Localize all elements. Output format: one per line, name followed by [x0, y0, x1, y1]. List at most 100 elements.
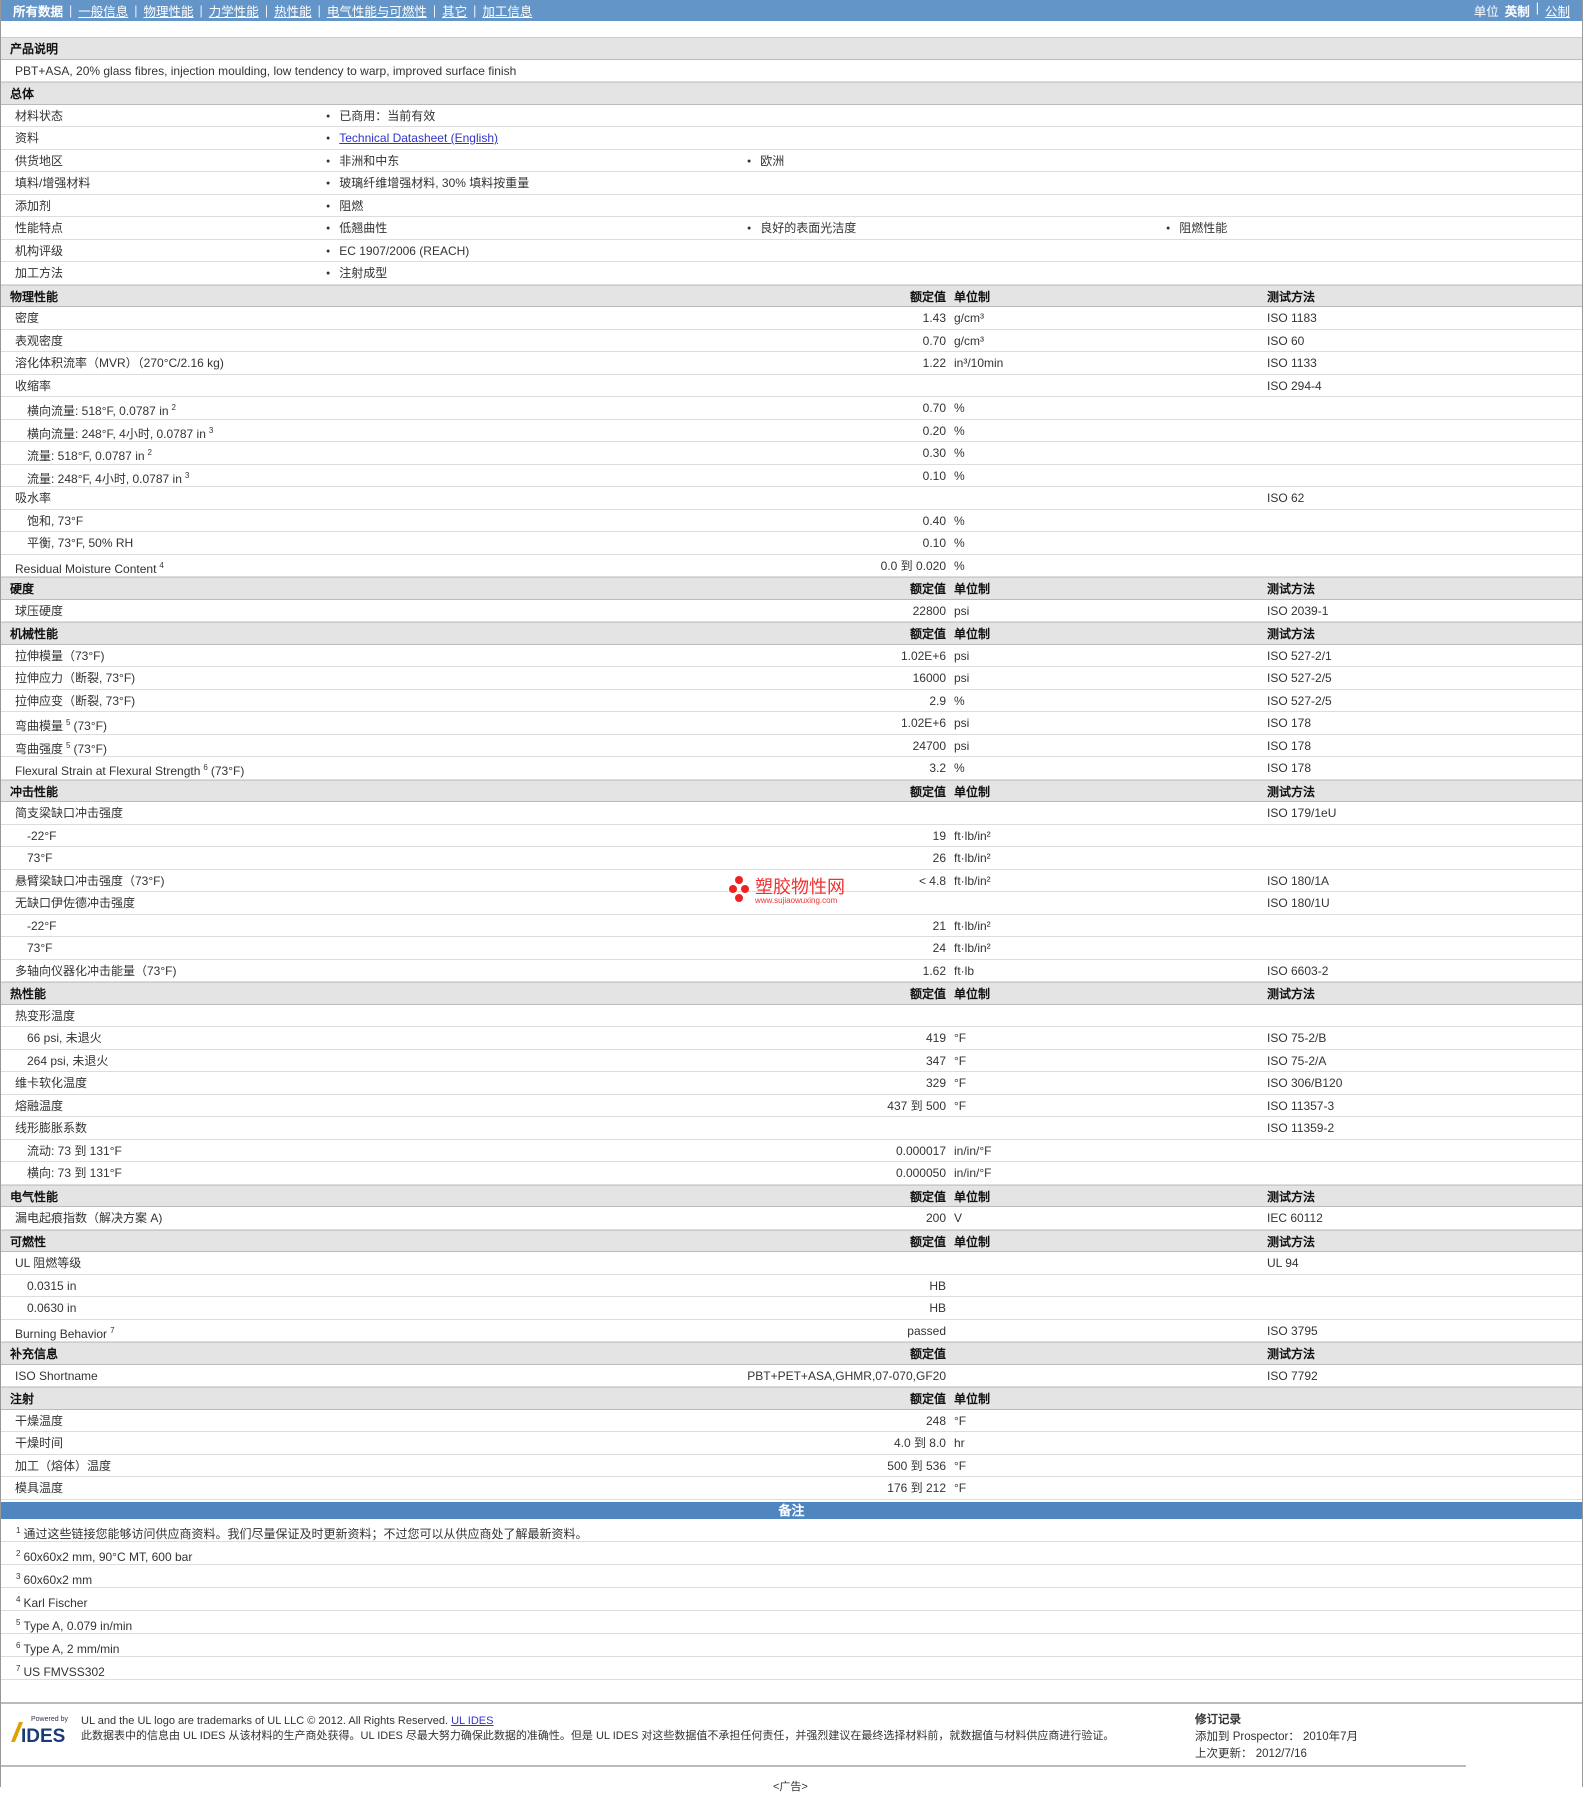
property-row: 维卡软化温度 329 °F ISO 306/B120	[1, 1072, 1582, 1095]
row-label: 添加剂	[15, 198, 52, 213]
added-value: 2010年7月	[1303, 1731, 1358, 1743]
property-label: 干燥温度	[15, 1410, 63, 1432]
general-row: 供货地区 非洲和中东 欧洲	[1, 150, 1582, 172]
property-label: 表观密度	[15, 330, 63, 352]
property-unit: psi	[954, 671, 970, 685]
property-unit: psi	[954, 716, 970, 730]
property-value: 0.30	[922, 446, 946, 460]
header-method: 测试方法	[1267, 627, 1316, 641]
property-value: 0.000050	[895, 1166, 946, 1180]
property-label: 横向流量: 518°F, 0.0787 in 2	[27, 397, 176, 422]
section-header: 注射 额定值 单位制	[1, 1387, 1582, 1410]
header-method: 测试方法	[1267, 987, 1316, 1001]
property-name: 干燥时间	[15, 1436, 64, 1450]
property-name: 密度	[15, 311, 40, 325]
section-title: 补充信息	[10, 1347, 59, 1361]
general-row: 材料状态 已商用：当前有效	[1, 105, 1582, 127]
property-name: 横向: 73 到 131°F	[27, 1166, 122, 1180]
property-name: 拉伸应变（断裂, 73°F)	[15, 693, 136, 708]
bullet-text: EC 1907/2006 (REACH)	[339, 243, 470, 258]
test-method: ISO 11357-3	[1267, 1098, 1335, 1113]
property-name: 0.0630 in	[27, 1301, 77, 1315]
tab-6[interactable]: 其它	[442, 1, 467, 20]
property-value: 1.22	[922, 356, 946, 370]
tab-0[interactable]: 所有数据	[13, 1, 63, 20]
test-method: UL 94	[1267, 1256, 1299, 1270]
note-item: 2 60x60x2 mm, 90°C MT, 600 bar	[1, 1542, 1582, 1565]
unit-separator: |	[1535, 1, 1539, 15]
bullet-item: 阻燃	[326, 195, 363, 220]
section-header: 可燃性 额定值 单位制 测试方法	[1, 1229, 1582, 1252]
tab-1[interactable]: 一般信息	[78, 1, 128, 20]
header-unit: 单位制	[954, 582, 991, 596]
property-unit: %	[954, 761, 965, 775]
property-unit: %	[954, 423, 965, 438]
bullet-item: 注射成型	[326, 262, 387, 287]
property-row: 流量: 248°F, 4小时, 0.0787 in 3 0.10%	[1, 465, 1582, 487]
note-item: 3 60x60x2 mm	[1, 1565, 1582, 1588]
property-label: 吸水率	[15, 487, 51, 509]
property-unit: in/in/°F	[954, 1166, 992, 1180]
property-row: 0.0315 in HB	[1, 1275, 1582, 1297]
tab-5[interactable]: 电气性能与可燃性	[327, 1, 427, 20]
tab-2[interactable]: 物理性能	[144, 1, 194, 20]
property-row: 拉伸模量（73°F) 1.02E+6 psi ISO 527-2/1	[1, 645, 1582, 667]
property-unit: %	[954, 693, 965, 708]
row-label: 机构评级	[15, 243, 64, 258]
section-title: 总体	[10, 87, 35, 101]
property-name: 线形膨胀系数	[15, 1121, 88, 1135]
test-method: ISO 527-2/1	[1267, 648, 1332, 663]
ul-ides-link[interactable]: UL IDES	[451, 1715, 493, 1727]
property-value: 1.02E+6	[900, 716, 946, 730]
test-method: ISO 75-2/A	[1267, 1053, 1327, 1068]
property-value: 1.62	[922, 963, 946, 978]
header-method: 测试方法	[1267, 1347, 1316, 1361]
property-unit: %	[954, 468, 965, 483]
property-value: 4.0 到 8.0	[893, 1436, 946, 1450]
property-value: 419	[925, 1031, 946, 1045]
tab-4[interactable]: 热性能	[274, 1, 312, 20]
property-row: 热变形温度	[1, 1005, 1582, 1027]
property-name: 加工（熔体）温度	[15, 1458, 112, 1473]
property-label: 拉伸模量（73°F)	[15, 645, 104, 667]
row-label: 供货地区	[15, 153, 64, 168]
property-unit: ft·lb	[954, 963, 975, 978]
property-label: 密度	[15, 307, 39, 329]
unit-metric-link[interactable]: 公制	[1545, 1, 1570, 20]
property-name: 悬臂梁缺口冲击强度（73°F)	[15, 873, 165, 888]
watermark-url: www.sujiaowuxing.com	[755, 895, 838, 905]
bullet-item: Technical Datasheet (English)	[326, 127, 498, 152]
tab-3[interactable]: 力学性能	[209, 1, 259, 20]
property-value: 21	[932, 918, 946, 933]
footer: Powered by IDES UL and the UL logo are t…	[1, 1702, 1582, 1766]
property-name: 0.0315 in	[27, 1278, 77, 1293]
property-label: 简支梁缺口冲击强度	[15, 802, 123, 824]
property-condition: (73°F)	[210, 764, 245, 778]
nav-separator: |	[134, 3, 138, 18]
datasheet-link[interactable]: Technical Datasheet (English)	[339, 131, 498, 145]
nav-separator: |	[199, 3, 203, 18]
test-method: ISO 11359-2	[1267, 1121, 1335, 1135]
unit-imperial[interactable]: 英制	[1505, 1, 1530, 20]
note-number: 7	[16, 1663, 21, 1673]
notes-header: 备注	[1, 1501, 1582, 1519]
footnote-ref: 7	[110, 1325, 115, 1335]
general-row: 资料 Technical Datasheet (English)	[1, 127, 1582, 150]
header-value: 额定值	[909, 1392, 946, 1406]
property-unit: psi	[954, 603, 970, 618]
property-value: 1.43	[922, 311, 946, 325]
property-value: 0.000017	[895, 1143, 946, 1158]
property-value: passed	[907, 1323, 946, 1338]
bullet-item: 玻璃纤维增强材料, 30% 填料按重量	[326, 172, 529, 197]
nav-bar: 所有数据 | 一般信息 | 物理性能 | 力学性能 | 热性能 | 电气性能与可燃性 | 其它 | 加工信息…	[1, 0, 1582, 21]
property-value: 0.70	[922, 333, 946, 348]
property-row: Flexural Strain at Flexural Strength 6 (73…	[1, 757, 1582, 780]
property-value: 0.0 到 0.020	[880, 558, 946, 573]
header-method: 测试方法	[1267, 1234, 1316, 1249]
header-method: 测试方法	[1267, 289, 1316, 304]
updated-label: 上次更新：	[1195, 1748, 1253, 1760]
note-item: 4 Karl Fischer	[1, 1588, 1582, 1611]
section-header: 产品说明	[1, 37, 1582, 60]
property-label: 弯曲模量 5 (73°F)	[15, 712, 107, 737]
tab-7[interactable]: 加工信息	[482, 1, 532, 20]
